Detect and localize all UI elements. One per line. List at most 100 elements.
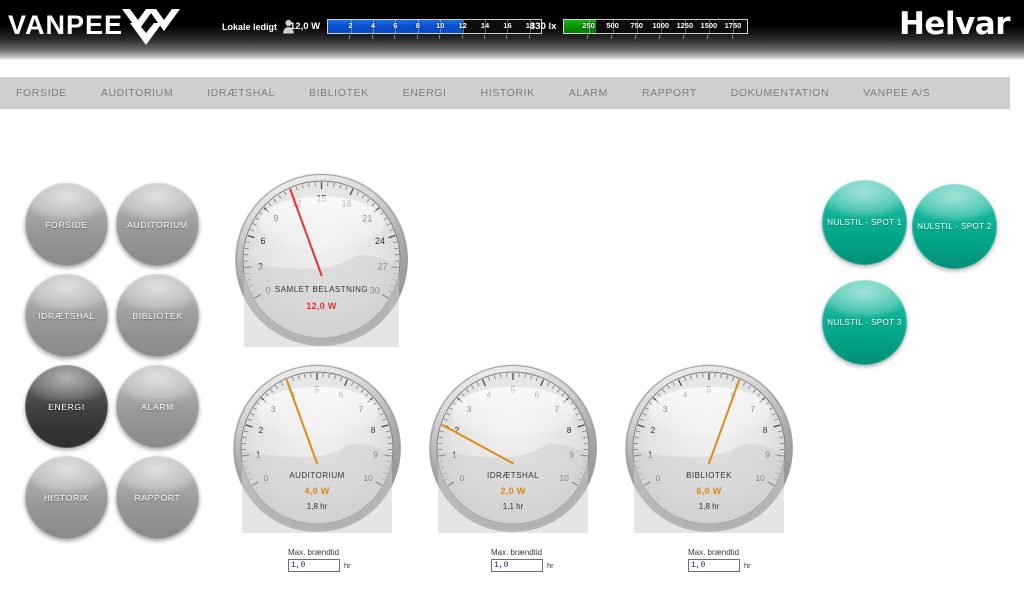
bar-tick-label: 1750 — [724, 21, 742, 30]
bar-subtick — [587, 35, 589, 39]
section-button-label: FORSIDE — [45, 219, 88, 230]
section-button-label: HISTORIK — [43, 492, 90, 503]
bar-tick-label: 10 — [436, 21, 445, 30]
max-burn-time-unit: hr — [344, 561, 351, 570]
section-button-label: ENERGI — [48, 401, 85, 412]
bar-subtick — [461, 35, 463, 39]
gauge-tick-label: 24 — [375, 236, 385, 246]
bar-subtick — [371, 35, 373, 39]
max-burn-time-label: Max. brændtid — [688, 548, 740, 557]
gauge-hours: 1,8 hr — [698, 502, 720, 511]
nav-item-auditorium[interactable]: AUDITORIUM — [84, 77, 190, 109]
nav-item-historik[interactable]: HISTORIK — [464, 77, 552, 109]
bar-tick-label: 1500 — [700, 21, 718, 30]
max-burn-time-row: hr — [288, 559, 351, 572]
gauge-total-load: 036912151821242730SAMLET BELASTNING 12,0 … — [234, 172, 409, 347]
gauge-tick-label: 6 — [261, 236, 266, 246]
section-button-idr-tshal[interactable]: IDRÆTSHAL — [25, 274, 108, 357]
gauge-tick-label: 8 — [371, 425, 376, 435]
reset-button-spot-2[interactable]: NULSTIL - SPOT 2 — [912, 184, 997, 269]
bar-subtick — [528, 35, 530, 39]
gauge-glass-highlight — [258, 196, 385, 249]
gauge-value: 6,0 W — [696, 486, 722, 496]
section-button-bibliotek[interactable]: BIBLIOTEK — [116, 274, 199, 357]
bar-tick-label: 1000 — [652, 21, 670, 30]
bar-subtick — [483, 35, 485, 39]
nav-item-bibliotek[interactable]: BIBLIOTEK — [292, 77, 386, 109]
bar-subtick — [506, 35, 508, 39]
bar-tick-label: 1250 — [676, 21, 694, 30]
gauge-value: 2,0 W — [500, 486, 526, 496]
nav-item-forside[interactable]: FORSIDE — [0, 77, 84, 109]
nav-item-vanpee-a-s[interactable]: VANPEE A/S — [846, 77, 947, 109]
max-burn-time-unit: hr — [547, 561, 554, 570]
gauge-value: 4,0 W — [304, 486, 330, 496]
bar-tick-label: 750 — [630, 21, 643, 30]
bar-subtick — [349, 35, 351, 39]
main-navigation[interactable]: FORSIDE AUDITORIUM IDRÆTSHAL BIBLIOTEK ENERG… — [0, 77, 1010, 109]
nav-item-energi[interactable]: ENERGI — [386, 77, 464, 109]
reset-button-label: NULSTIL - SPOT 1 — [827, 218, 902, 227]
max-burn-time-row: hr — [688, 559, 751, 572]
gauge-glass-highlight — [647, 386, 771, 438]
max-burn-time-group-1: Max. brændtid hr — [288, 548, 351, 572]
bar-tick-label: 6 — [393, 21, 398, 30]
bar-subtick — [731, 35, 733, 39]
max-burn-time-input[interactable] — [288, 559, 340, 572]
power-bar-subticks — [327, 35, 540, 40]
gauge-caption: SAMLET BELASTNING — [274, 285, 369, 294]
gauge-value: 12,0 W — [306, 301, 337, 311]
bar-subtick — [394, 35, 396, 39]
bar-subtick — [439, 35, 441, 39]
section-button-energi[interactable]: ENERGI — [25, 365, 108, 448]
gauge-glass-highlight — [451, 386, 575, 438]
max-burn-time-group-2: Max. brændtid hr — [491, 548, 554, 572]
bar-subtick — [635, 35, 637, 39]
section-button-auditorium[interactable]: AUDITORIUM — [116, 183, 199, 266]
bar-tick-label: 4 — [370, 21, 376, 30]
bar-tick-label: 2 — [348, 21, 353, 30]
bar-subtick — [707, 35, 709, 39]
reset-button-label: NULSTIL - SPOT 3 — [827, 318, 902, 327]
gauge-hours: 1,1 hr — [502, 502, 524, 511]
gauge-tick-label: 2 — [651, 425, 656, 435]
reset-button-spot-1[interactable]: NULSTIL - SPOT 1 — [822, 180, 907, 265]
gauge-dial: 036912151821242730 — [235, 173, 408, 347]
section-button-forside[interactable]: FORSIDE — [25, 183, 108, 266]
bar-tick-label: 8 — [415, 21, 420, 30]
nav-item-dokumentation[interactable]: DOKUMENTATION — [714, 77, 846, 109]
lux-value: 330 lx — [530, 21, 557, 32]
power-bar-ticks: 2 4 6 8 10 12 14 16 18 — [328, 20, 541, 33]
app-header: VANPEE Helvar Lokale ledigt 12,0 W 2 4 6 8 1… — [0, 0, 1024, 60]
gauge-caption: IDRÆTSHAL — [486, 471, 540, 480]
reset-button-spot-3[interactable]: NULSTIL - SPOT 3 — [822, 280, 907, 365]
gauge-tick-label: 8 — [567, 425, 572, 435]
bar-subtick — [659, 35, 661, 39]
max-burn-time-group-3: Max. brændtid hr — [688, 548, 751, 572]
section-button-historik[interactable]: HISTORIK — [25, 456, 108, 539]
max-burn-time-input[interactable] — [688, 559, 740, 572]
bar-tick-label: 16 — [503, 21, 512, 30]
gauge-bibliotek: 012345678910BIBLIOTEK6,0 W1,8 hr — [624, 363, 794, 533]
max-burn-time-unit: hr — [744, 561, 751, 570]
gauge-idr-tshal: 012345678910IDRÆTSHAL2,0 W1,1 hr — [428, 363, 598, 533]
energy-dashboard-page: VANPEE Helvar Lokale ledigt 12,0 W 24681… — [0, 0, 1024, 595]
nav-item-rapport[interactable]: RAPPORT — [625, 77, 714, 109]
max-burn-time-row: hr — [491, 559, 554, 572]
max-burn-time-label: Max. brændtid — [288, 548, 340, 557]
total-power-value: 12,0 W — [290, 21, 321, 32]
bar-subtick — [611, 35, 613, 39]
section-button-rapport[interactable]: RAPPORT — [116, 456, 199, 539]
nav-item-alarm[interactable]: ALARM — [552, 77, 625, 109]
bar-tick-label: 12 — [458, 21, 467, 30]
vanpee-chevron-logo-icon — [122, 9, 180, 45]
max-burn-time-input[interactable] — [491, 559, 543, 572]
gauge-tick-label: 8 — [763, 425, 768, 435]
section-button-alarm[interactable]: ALARM — [116, 365, 199, 448]
occupancy-status: Lokale ledigt — [222, 19, 295, 34]
occupancy-label: Lokale ledigt — [222, 21, 278, 32]
nav-item-idr-tshal[interactable]: IDRÆTSHAL — [190, 77, 292, 109]
section-button-label: RAPPORT — [134, 492, 181, 503]
gauge-caption: AUDITORIUM — [289, 471, 345, 480]
bar-tick-label: 250 — [582, 21, 595, 30]
